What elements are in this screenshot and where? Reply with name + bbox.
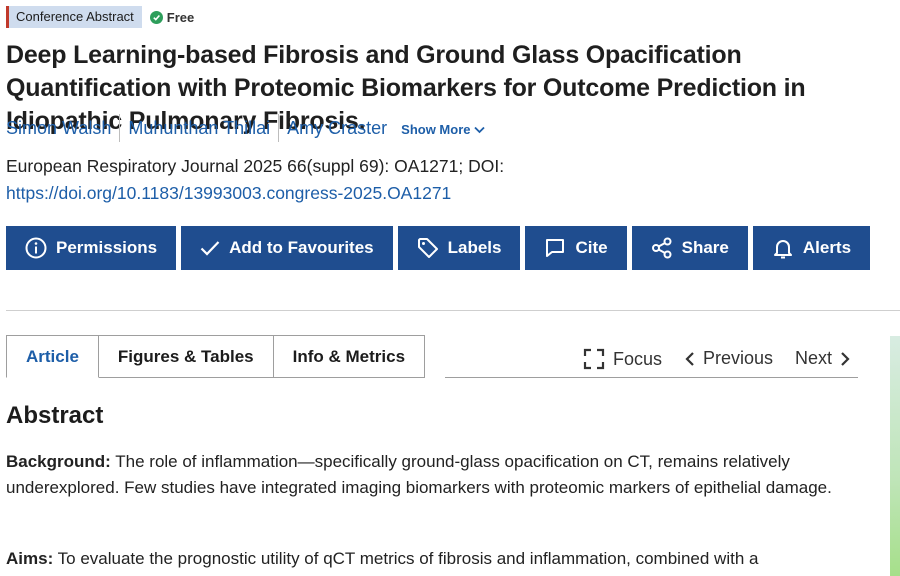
focus-brackets-icon [583, 348, 605, 370]
previous-label: Previous [703, 348, 774, 368]
author-link[interactable]: Simon Walsh [6, 114, 121, 142]
next-label: Next [795, 348, 833, 368]
section-divider [6, 310, 900, 311]
speech-bubble-icon [546, 239, 565, 257]
tab-info-metrics[interactable]: Info & Metrics [273, 335, 426, 378]
chevron-right-icon [841, 351, 850, 366]
article-tabs: Article Figures & Tables Info & Metrics [6, 335, 426, 378]
author-link[interactable]: Muhunthan Thillai [120, 114, 280, 142]
info-icon [25, 237, 47, 259]
share-label: Share [681, 238, 729, 257]
article-actions-toolbar: Permissions Add to Favourites Labels Cit… [6, 226, 871, 270]
journal-citation: European Respiratory Journal 2025 66(sup… [6, 156, 505, 176]
favourites-label: Add to Favourites [229, 238, 374, 257]
permissions-button[interactable]: Permissions [6, 226, 177, 270]
show-more-label: Show More [401, 122, 471, 137]
article-type-badge: Conference Abstract [6, 6, 142, 28]
cite-label: Cite [575, 238, 608, 257]
alerts-label: Alerts [802, 238, 852, 257]
next-article-link[interactable]: Next [795, 348, 850, 369]
aims-label: Aims: [6, 549, 54, 568]
tag-icon [417, 238, 438, 258]
chevron-down-icon [473, 126, 485, 133]
check-circle-icon [149, 10, 163, 24]
background-text: The role of inflammation—specifically gr… [6, 452, 832, 497]
aims-text: To evaluate the prognostic utility of qC… [57, 549, 759, 568]
bell-icon [773, 240, 792, 259]
abstract-heading: Abstract [6, 402, 104, 429]
author-list: Simon Walsh Muhunthan Thillai Amy Craste… [6, 114, 485, 142]
labels-button[interactable]: Labels [397, 226, 521, 270]
free-badge: Free [149, 9, 195, 25]
abstract-aims-paragraph: Aims: To evaluate the prognostic utility… [6, 546, 852, 572]
doi-link[interactable]: https://doi.org/10.1183/13993003.congres… [6, 180, 504, 207]
citation-block: European Respiratory Journal 2025 66(sup… [6, 153, 504, 207]
focus-label: Focus [613, 348, 663, 369]
labels-label: Labels [447, 238, 502, 257]
chevron-left-icon [685, 351, 694, 366]
previous-article-link[interactable]: Previous [685, 348, 773, 369]
permissions-label: Permissions [56, 238, 158, 257]
tab-article[interactable]: Article [6, 335, 99, 378]
show-more-button[interactable]: Show More [401, 122, 485, 137]
cite-button[interactable]: Cite [525, 226, 627, 270]
focus-button[interactable]: Focus [583, 348, 662, 370]
alerts-button[interactable]: Alerts [752, 226, 871, 270]
tab-baseline [445, 377, 858, 378]
article-badges: Conference Abstract Free [6, 6, 194, 28]
background-label: Background: [6, 452, 111, 471]
free-label: Free [166, 9, 195, 25]
abstract-background-paragraph: Background: The role of inflammation—spe… [6, 449, 852, 501]
add-to-favourites-button[interactable]: Add to Favourites [181, 226, 393, 270]
share-button[interactable]: Share [631, 226, 748, 270]
share-icon [651, 237, 672, 259]
tab-figures-tables[interactable]: Figures & Tables [98, 335, 274, 378]
check-icon [200, 241, 220, 256]
author-link[interactable]: Amy Craster [279, 114, 395, 142]
side-panel-edge [890, 336, 900, 576]
